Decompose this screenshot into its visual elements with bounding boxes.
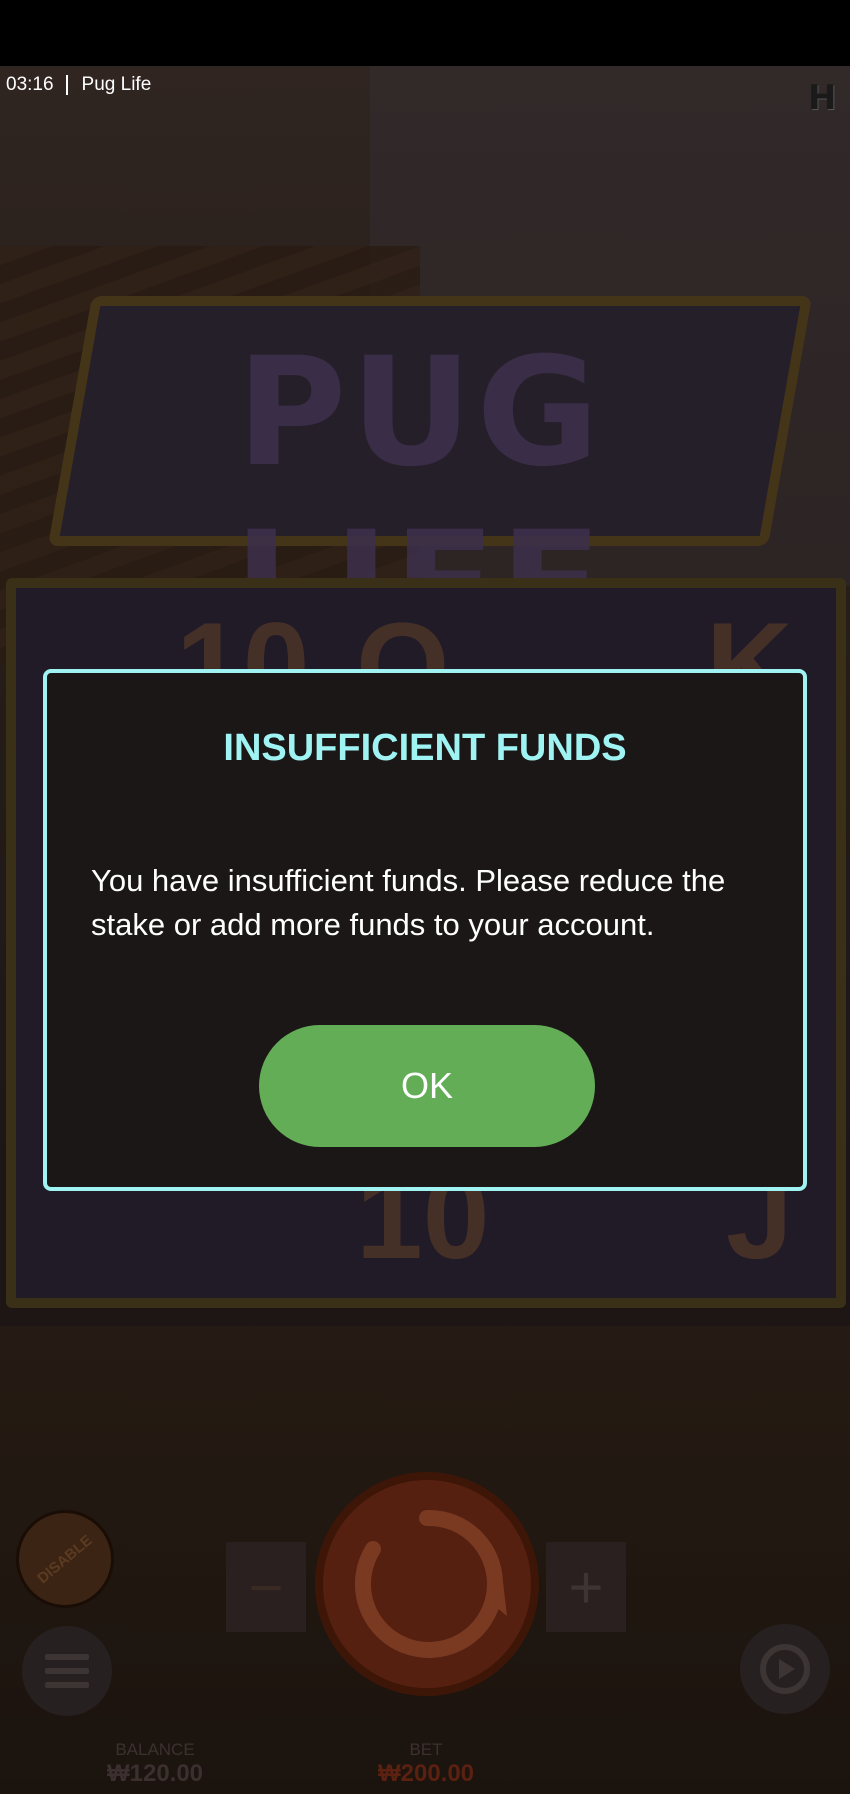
insufficient-funds-dialog: INSUFFICIENT FUNDS You have insufficient… — [43, 669, 807, 1191]
dialog-message: You have insufficient funds. Please redu… — [91, 863, 726, 942]
autoplay-button[interactable] — [740, 1624, 830, 1714]
autoplay-icon — [760, 1644, 810, 1694]
dialog-title: INSUFFICIENT FUNDS — [223, 727, 627, 769]
menu-button[interactable] — [22, 1626, 112, 1716]
status-line: 03:16 Pug Life — [6, 74, 151, 96]
ok-button[interactable]: OK — [259, 1025, 595, 1147]
disable-label: DISABLE — [34, 1531, 96, 1587]
bet-value: ₩200.00 — [377, 1760, 475, 1787]
clock: 03:16 — [6, 74, 54, 95]
increase-bet-button[interactable]: + — [546, 1542, 626, 1632]
balance-value: ₩120.00 — [106, 1760, 204, 1787]
disable-button[interactable]: DISABLE — [16, 1510, 114, 1608]
hamburger-icon — [45, 1654, 89, 1660]
decrease-bet-button[interactable]: − — [226, 1542, 306, 1632]
balance-label: BALANCE — [115, 1740, 195, 1759]
system-status-bar — [0, 0, 850, 66]
bet-label: BET — [409, 1740, 443, 1759]
provider-logo-icon: H — [808, 78, 837, 118]
divider — [65, 75, 68, 95]
game-title: Pug Life — [81, 74, 152, 95]
spin-button[interactable] — [315, 1472, 539, 1696]
spin-icon — [355, 1509, 507, 1658]
